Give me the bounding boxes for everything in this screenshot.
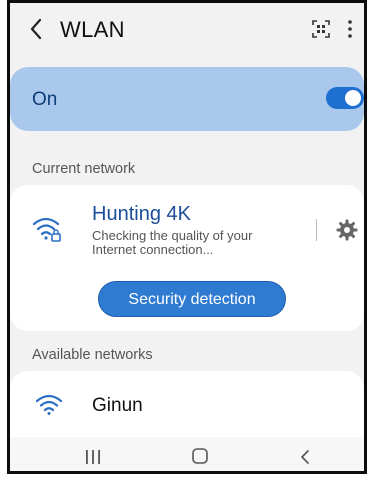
wlan-state-label: On bbox=[32, 89, 58, 110]
system-nav-bar bbox=[10, 437, 364, 471]
wlan-toggle-switch[interactable] bbox=[326, 87, 364, 109]
more-options-icon[interactable] bbox=[342, 16, 358, 42]
home-icon[interactable] bbox=[191, 447, 209, 465]
connection-status-text: Checking the quality of your Internet co… bbox=[92, 228, 253, 257]
phone-screen: WLAN On Current network Hunting 4K Check… bbox=[7, 0, 367, 474]
recent-apps-icon[interactable] bbox=[84, 449, 102, 465]
available-network-item[interactable]: Ginun bbox=[10, 371, 364, 437]
wifi-icon bbox=[36, 394, 62, 415]
toggle-knob bbox=[345, 90, 361, 106]
page-title: WLAN bbox=[60, 17, 125, 42]
divider bbox=[316, 219, 317, 241]
available-networks-heading: Available networks bbox=[32, 347, 153, 363]
current-network-heading: Current network bbox=[32, 161, 136, 177]
gear-icon[interactable] bbox=[336, 219, 358, 241]
current-network-name: Hunting 4K bbox=[92, 203, 191, 225]
current-network-card[interactable]: Hunting 4K Checking the quality of your … bbox=[10, 185, 364, 331]
qr-scan-icon[interactable] bbox=[311, 19, 331, 39]
back-arrow-icon[interactable] bbox=[26, 15, 48, 43]
wlan-toggle-row[interactable]: On bbox=[10, 67, 364, 131]
available-network-name: Ginun bbox=[92, 395, 143, 416]
back-icon[interactable] bbox=[298, 448, 312, 466]
security-detection-button[interactable]: Security detection bbox=[98, 281, 286, 317]
wifi-lock-icon bbox=[32, 217, 61, 242]
app-bar: WLAN bbox=[10, 3, 364, 55]
